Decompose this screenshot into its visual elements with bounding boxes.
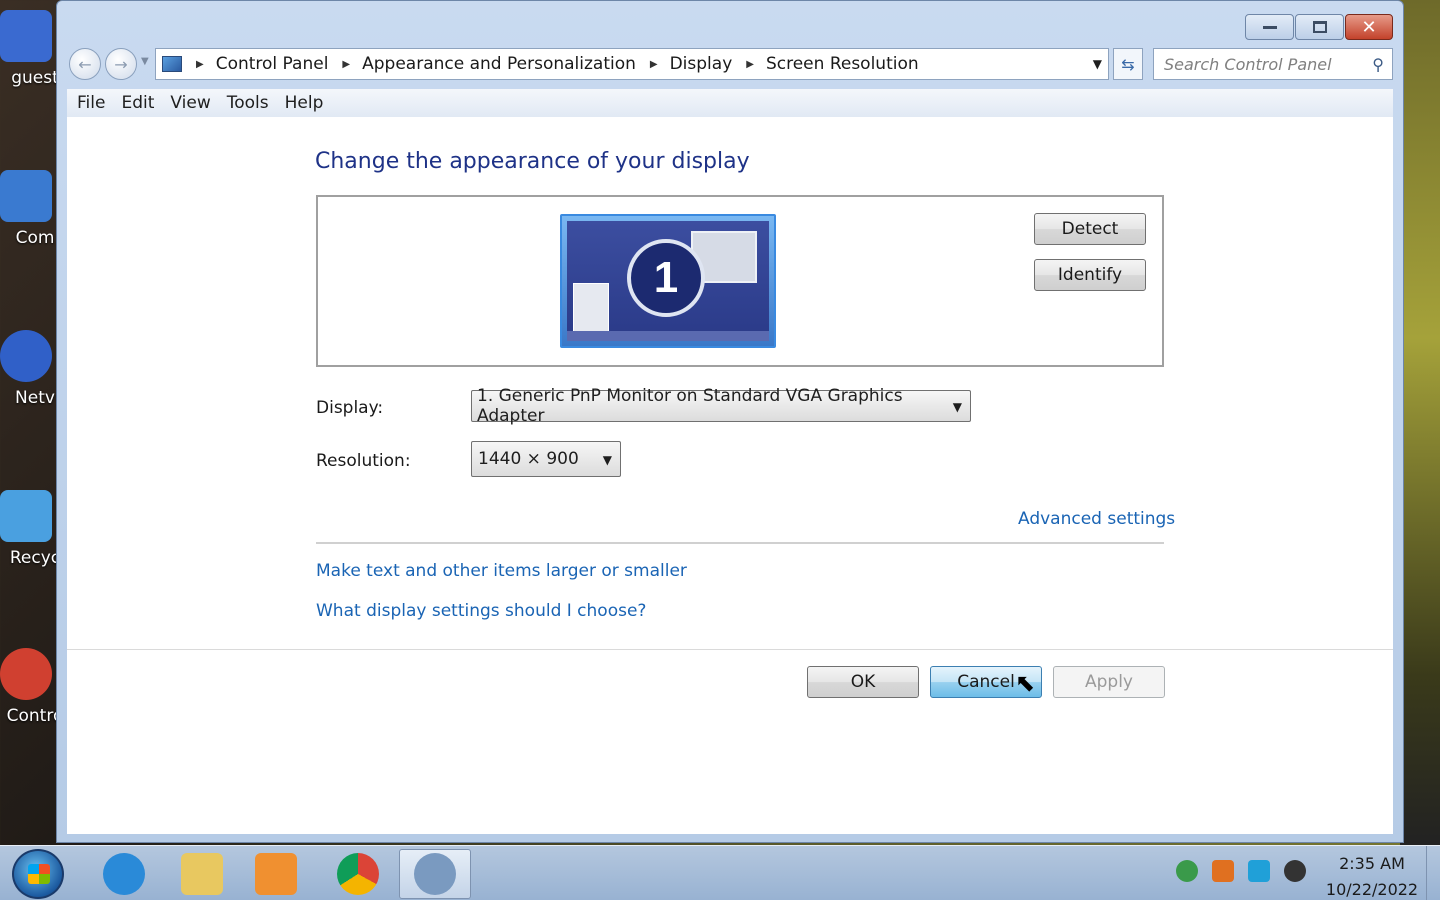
back-button[interactable]: ← <box>69 48 101 80</box>
breadcrumb-separator-icon[interactable]: ▶ <box>746 59 754 70</box>
monitor-screen: 1 <box>567 221 769 341</box>
breadcrumb-separator-icon[interactable]: ▶ <box>650 59 658 70</box>
monitor-1-thumbnail[interactable]: 1 <box>560 214 776 348</box>
desktop-wallpaper-strip <box>1400 0 1440 845</box>
search-icon[interactable]: ⚲ <box>1372 55 1384 74</box>
window-controls: ✕ <box>1245 14 1393 40</box>
start-button[interactable] <box>12 849 64 899</box>
minimize-button[interactable] <box>1245 14 1294 40</box>
resolution-label: Resolution: <box>316 451 411 471</box>
minimize-icon <box>1262 25 1277 29</box>
recycle-bin-icon <box>0 490 52 542</box>
identify-button[interactable]: Identify <box>1034 259 1146 291</box>
page-title: Change the appearance of your display <box>315 149 750 174</box>
menu-tools[interactable]: Tools <box>227 93 269 113</box>
folder-icon <box>181 853 223 895</box>
windows-logo-icon <box>28 864 50 884</box>
chevron-down-icon: ▼ <box>602 453 612 467</box>
resolution-select[interactable]: 1440 × 900 ▼ <box>471 441 621 477</box>
advanced-settings-link[interactable]: Advanced settings <box>1018 509 1175 529</box>
display-select-value: 1. Generic PnP Monitor on Standard VGA G… <box>477 386 903 426</box>
footer-divider <box>67 649 1393 650</box>
breadcrumb-screen-resolution[interactable]: Screen Resolution <box>766 54 919 74</box>
network-icon <box>0 330 52 382</box>
network-icon[interactable] <box>1176 860 1198 882</box>
display-label: Display: <box>316 398 384 418</box>
taskbar: 2:35 AM 10/22/2022 <box>0 845 1440 900</box>
section-divider <box>316 542 1164 544</box>
breadcrumb-control-panel[interactable]: Control Panel <box>216 54 329 74</box>
media-player-icon <box>255 853 297 895</box>
search-input[interactable] <box>1164 54 1359 74</box>
monitor-icon[interactable] <box>1248 860 1270 882</box>
refresh-button[interactable]: ⇆ <box>1113 48 1143 80</box>
system-clock[interactable]: 2:35 AM 10/22/2022 <box>1320 851 1424 900</box>
search-icon[interactable] <box>1212 860 1234 882</box>
webcam-icon[interactable] <box>1284 860 1306 882</box>
menu-file[interactable]: File <box>77 93 105 113</box>
control-panel-icon <box>414 853 456 895</box>
chrome-icon <box>337 853 379 895</box>
text-size-link[interactable]: Make text and other items larger or smal… <box>316 561 687 581</box>
taskbar-internet-explorer[interactable] <box>88 849 160 899</box>
breadcrumb-separator-icon[interactable]: ▶ <box>342 59 350 70</box>
content-area: Change the appearance of your display 1 … <box>67 117 1393 834</box>
taskbar-file-explorer[interactable] <box>166 849 238 899</box>
computer-icon <box>0 170 52 222</box>
document-thumbnail-icon <box>573 283 609 333</box>
breadcrumb-appearance[interactable]: Appearance and Personalization <box>362 54 636 74</box>
menu-help[interactable]: Help <box>285 93 324 113</box>
detect-button[interactable]: Detect <box>1034 213 1146 245</box>
address-bar[interactable]: ▶ Control Panel ▶ Appearance and Persona… <box>155 48 1109 80</box>
display-select[interactable]: 1. Generic PnP Monitor on Standard VGA G… <box>471 386 971 426</box>
close-button[interactable]: ✕ <box>1345 14 1393 40</box>
taskbar-control-panel[interactable] <box>399 849 471 899</box>
control-panel-icon <box>162 56 182 72</box>
arrow-left-icon: ← <box>78 54 92 74</box>
ok-button[interactable]: OK <box>807 666 919 698</box>
taskbar-chrome[interactable] <box>322 849 394 899</box>
refresh-icon: ⇆ <box>1121 54 1135 74</box>
user-folder-icon <box>0 10 52 62</box>
maximize-icon <box>1312 21 1327 33</box>
taskbar-media-player[interactable] <box>240 849 312 899</box>
monitor-number-badge: 1 <box>627 239 705 317</box>
clock-time: 2:35 AM <box>1339 854 1405 873</box>
maximize-button[interactable] <box>1295 14 1344 40</box>
recent-pages-dropdown[interactable]: ▼ <box>141 56 149 67</box>
resolution-select-value: 1440 × 900 <box>478 449 579 469</box>
navigation-bar: ← → ▼ ▶ Control Panel ▶ Appearance and P… <box>67 46 1393 82</box>
clock-date: 10/22/2022 <box>1325 880 1419 899</box>
display-help-link[interactable]: What display settings should I choose? <box>316 601 646 621</box>
screen-resolution-window: ✕ ← → ▼ ▶ Control Panel ▶ Appearance and… <box>56 0 1404 843</box>
control-panel-icon <box>0 648 52 700</box>
breadcrumb-separator-icon[interactable]: ▶ <box>196 59 204 70</box>
apply-button[interactable]: Apply <box>1053 666 1165 698</box>
address-dropdown-icon[interactable]: ▼ <box>1093 57 1102 71</box>
breadcrumb-display[interactable]: Display <box>670 54 733 74</box>
arrow-right-icon: → <box>114 54 128 74</box>
menu-edit[interactable]: Edit <box>121 93 154 113</box>
menu-view[interactable]: View <box>170 93 210 113</box>
system-tray <box>1176 860 1306 882</box>
close-icon: ✕ <box>1361 16 1377 38</box>
internet-explorer-icon <box>103 853 145 895</box>
forward-button[interactable]: → <box>105 48 137 80</box>
chevron-down-icon: ▼ <box>952 400 962 414</box>
search-box[interactable]: ⚲ <box>1153 48 1393 80</box>
menu-bar: File Edit View Tools Help <box>67 89 1393 117</box>
mouse-cursor-icon: ⬉ <box>1015 669 1036 697</box>
monitor-taskbar <box>567 331 769 341</box>
show-desktop-button[interactable] <box>1426 846 1440 900</box>
